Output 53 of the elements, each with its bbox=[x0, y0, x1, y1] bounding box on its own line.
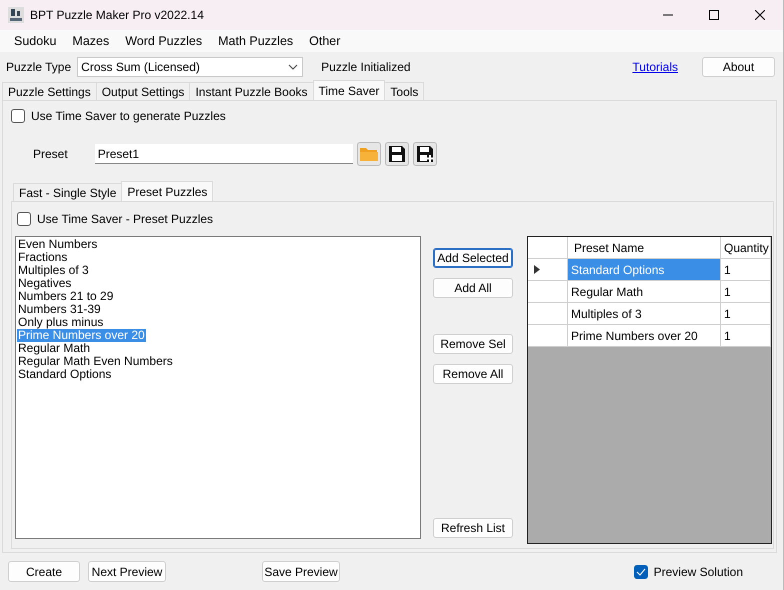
list-action-button[interactable]: Refresh List bbox=[433, 518, 513, 538]
checkbox[interactable] bbox=[17, 212, 31, 226]
checkbox-label: Use Time Saver to generate Puzzles bbox=[31, 109, 226, 124]
menu-item[interactable]: Word Puzzles bbox=[117, 34, 210, 48]
row-pointer-icon bbox=[534, 265, 540, 274]
list-item[interactable]: Numbers 31-39 bbox=[17, 303, 102, 316]
list-action-button[interactable]: Add Selected bbox=[433, 248, 513, 268]
list-action-button[interactable]: Add All bbox=[433, 278, 513, 298]
tab[interactable]: Preset Puzzles bbox=[121, 181, 214, 202]
tab[interactable]: Output Settings bbox=[96, 82, 190, 100]
list-action-button[interactable]: Remove All bbox=[433, 364, 513, 384]
window-title: BPT Puzzle Maker Pro v2022.14 bbox=[30, 8, 205, 22]
app-logo-icon bbox=[8, 7, 24, 23]
menu-item[interactable]: Math Puzzles bbox=[210, 34, 302, 48]
menu-item[interactable]: Sudoku bbox=[6, 34, 64, 48]
floppy-disk-plus-icon bbox=[416, 145, 434, 164]
status-text: Puzzle Initialized bbox=[321, 60, 412, 74]
checkbox[interactable] bbox=[634, 564, 648, 579]
chevron-down-icon bbox=[288, 64, 298, 70]
list-item[interactable]: Regular Math Even Numbers bbox=[17, 355, 174, 368]
action-button[interactable]: Create bbox=[8, 561, 80, 582]
tab[interactable]: Puzzle Settings bbox=[2, 82, 97, 100]
about-button[interactable]: About bbox=[702, 57, 775, 78]
list-item[interactable]: Standard Options bbox=[17, 368, 112, 382]
folder-icon bbox=[358, 146, 379, 162]
preset-label: Preset bbox=[33, 147, 68, 162]
list-item[interactable]: Even Numbers bbox=[17, 238, 98, 252]
tab[interactable]: Time Saver bbox=[312, 80, 386, 100]
save-button[interactable] bbox=[384, 142, 409, 166]
list-item[interactable]: Regular Math bbox=[17, 342, 92, 356]
action-button[interactable]: Next Preview bbox=[88, 561, 166, 582]
preset-field[interactable]: Preset1 bbox=[94, 144, 353, 164]
maximize-icon bbox=[709, 10, 719, 20]
tab[interactable]: Fast - Single Style bbox=[13, 183, 122, 202]
close-icon bbox=[755, 10, 765, 20]
list-action-button[interactable]: Remove Sel bbox=[433, 334, 513, 354]
list-item[interactable]: Negatives bbox=[17, 277, 72, 290]
menu-item[interactable]: Other bbox=[301, 34, 348, 48]
puzzle-type-label: Puzzle Type bbox=[6, 60, 72, 74]
save-as-button[interactable] bbox=[412, 142, 437, 166]
menu-item[interactable]: Mazes bbox=[64, 34, 118, 48]
tutorials-link[interactable]: Tutorials bbox=[632, 60, 678, 74]
list-item[interactable]: Multiples of 3 bbox=[17, 264, 90, 278]
tab[interactable]: Tools bbox=[384, 82, 424, 100]
checkbox-label: Use Time Saver - Preset Puzzles bbox=[37, 212, 214, 226]
list-item[interactable]: Only plus minus bbox=[17, 316, 104, 330]
action-button[interactable]: Save Preview bbox=[262, 561, 340, 582]
list-item[interactable]: Numbers 21 to 29 bbox=[17, 290, 114, 304]
checkbox[interactable] bbox=[11, 109, 25, 124]
checkbox-label: Preview Solution bbox=[654, 564, 743, 579]
puzzle-type-dropdown[interactable]: Cross Sum (Licensed) bbox=[77, 57, 304, 78]
preset-list[interactable]: Even Numbers Fractions Multiples of 3 Negatives Numbers 21 to 29 Numbers 31-39 Only plus minus Prime Numbers over 20 Regular Math Regular Math Even Numbers Standard Options bbox=[15, 236, 421, 540]
list-item[interactable]: Fractions bbox=[17, 251, 68, 264]
